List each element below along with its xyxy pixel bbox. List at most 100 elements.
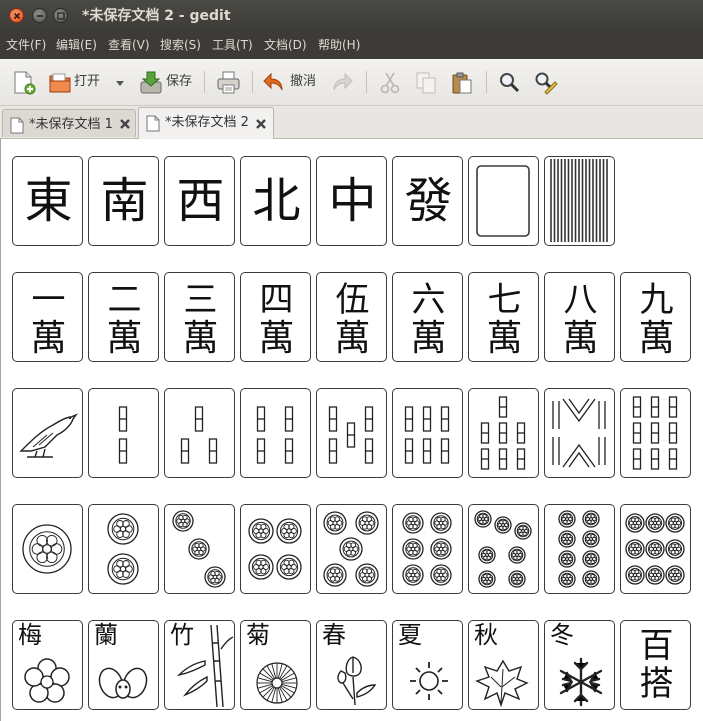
recent-dropdown-button[interactable]	[113, 67, 127, 97]
orchid-icon	[98, 667, 148, 699]
snowflake-icon	[559, 657, 603, 707]
undo-button[interactable]: 撤消	[262, 67, 322, 97]
minimize-window-button[interactable]	[32, 8, 47, 23]
tile-joker: 百 搭	[620, 620, 691, 710]
tile-suit: 萬	[638, 318, 675, 359]
undo-icon	[263, 72, 283, 91]
tile-number: 八	[563, 280, 598, 320]
minimize-icon	[37, 15, 43, 17]
tile-bamboo-8	[544, 388, 615, 478]
bamboo-pattern-icon	[118, 406, 128, 464]
search-icon	[500, 73, 520, 93]
maximize-window-button[interactable]	[53, 8, 68, 23]
menu-search[interactable]: 搜索(S)	[160, 38, 201, 53]
tile-suit: 萬	[562, 318, 599, 359]
bamboo-stick-icon	[404, 406, 414, 432]
close-tab-icon[interactable]	[119, 118, 131, 130]
maple-leaf-icon	[475, 659, 529, 708]
white-dragon-frame-icon	[476, 165, 530, 237]
circle-coin-icon	[355, 511, 379, 535]
tile-number: 三	[183, 280, 218, 320]
tile-character-8: 八萬	[544, 272, 615, 362]
circle-coin-icon	[645, 539, 665, 559]
tile-character-2: 二萬	[88, 272, 159, 362]
tile-bamboo-9	[620, 388, 691, 478]
bamboo-stick-icon	[364, 406, 374, 432]
bamboo-stick-icon	[328, 406, 338, 432]
tile-number: 四	[259, 280, 294, 320]
find-button[interactable]	[497, 67, 523, 97]
tile-suit: 萬	[486, 318, 523, 359]
print-button[interactable]	[216, 67, 242, 97]
find-replace-button[interactable]	[533, 67, 559, 97]
menu-edit[interactable]: 编辑(E)	[56, 38, 97, 53]
open-button[interactable]: 打开	[48, 67, 108, 97]
menu-documents[interactable]: 文档(D)	[264, 38, 307, 53]
bamboo-stick-icon	[632, 422, 642, 444]
bamboo-stick-icon	[498, 396, 508, 418]
circle-coin-icon	[558, 570, 576, 588]
circle-coin-icon	[625, 565, 645, 585]
bamboo-pattern-icon	[404, 406, 450, 464]
tile-south: 南	[88, 156, 159, 246]
chevron-down-icon	[116, 81, 124, 86]
circle-pattern-icon	[172, 510, 226, 588]
bamboo-stick-icon	[180, 438, 190, 464]
circle-coin-icon	[402, 538, 424, 560]
paste-button[interactable]	[450, 67, 476, 97]
tab-label: *未保存文档 2	[165, 115, 249, 130]
toolbar-separator	[366, 71, 367, 93]
tile-suit: 萬	[182, 318, 219, 359]
menu-help[interactable]: 帮助(H)	[318, 38, 360, 53]
copy-button[interactable]	[414, 67, 440, 97]
tab-bar: *未保存文档 1 *未保存文档 2	[0, 106, 703, 139]
circle-coin-icon	[514, 522, 532, 540]
menu-tools[interactable]: 工具(T)	[212, 38, 253, 53]
tile-season-winter: 冬	[544, 620, 615, 710]
bamboo-stick-icon	[404, 438, 414, 464]
tab-document-1[interactable]: *未保存文档 1	[2, 109, 136, 137]
circle-coin-icon	[625, 513, 645, 533]
printer-icon	[217, 71, 240, 94]
tile-number: 二	[107, 280, 142, 320]
tile-bamboo-3	[164, 388, 235, 478]
tile-green-dragon: 發	[392, 156, 463, 246]
new-document-button[interactable]	[12, 67, 38, 97]
text-editor[interactable]: 東 南 西 北 中 發 一萬 二萬 三萬 四萬 伍萬 六萬 七萬 八萬 九萬 梅…	[0, 139, 703, 721]
circle-coin-icon	[582, 510, 600, 528]
tile-white-dragon	[468, 156, 539, 246]
toolbar-separator	[204, 71, 205, 93]
bamboo-stick-icon	[668, 396, 678, 418]
save-button[interactable]: 保存	[138, 67, 198, 97]
tile-glyph: 發	[404, 173, 453, 229]
tile-circle-1	[12, 504, 83, 594]
circle-coin-icon	[582, 570, 600, 588]
circle-coin-icon	[248, 518, 274, 544]
tile-character-7: 七萬	[468, 272, 539, 362]
circle-pattern-icon	[402, 512, 452, 586]
tile-bamboo-5	[316, 388, 387, 478]
cut-button[interactable]	[378, 67, 404, 97]
tile-bamboo-1	[12, 388, 83, 478]
close-tab-icon[interactable]	[255, 118, 267, 130]
close-icon	[13, 12, 21, 20]
tile-suit: 萬	[258, 318, 295, 359]
toolbar-separator	[252, 71, 253, 93]
bamboo-stick-icon	[346, 422, 356, 448]
menu-view[interactable]: 查看(V)	[108, 38, 150, 53]
circle-coin-icon	[558, 510, 576, 528]
redo-button[interactable]	[330, 67, 356, 97]
copy-icon	[416, 72, 436, 94]
menu-file[interactable]: 文件(F)	[6, 38, 46, 53]
tile-character-5: 伍萬	[316, 272, 387, 362]
close-window-button[interactable]	[9, 8, 24, 23]
circle-coin-icon	[204, 566, 226, 588]
circle-coin-icon	[402, 564, 424, 586]
circle-coin-icon	[323, 563, 347, 587]
tab-label: *未保存文档 1	[29, 117, 113, 132]
tab-document-2[interactable]: *未保存文档 2	[138, 107, 274, 139]
tile-flower-orchid: 蘭	[88, 620, 159, 710]
bamboo-stick-icon	[480, 448, 490, 470]
bamboo-stick-icon	[498, 422, 508, 444]
tile-character-4: 四萬	[240, 272, 311, 362]
